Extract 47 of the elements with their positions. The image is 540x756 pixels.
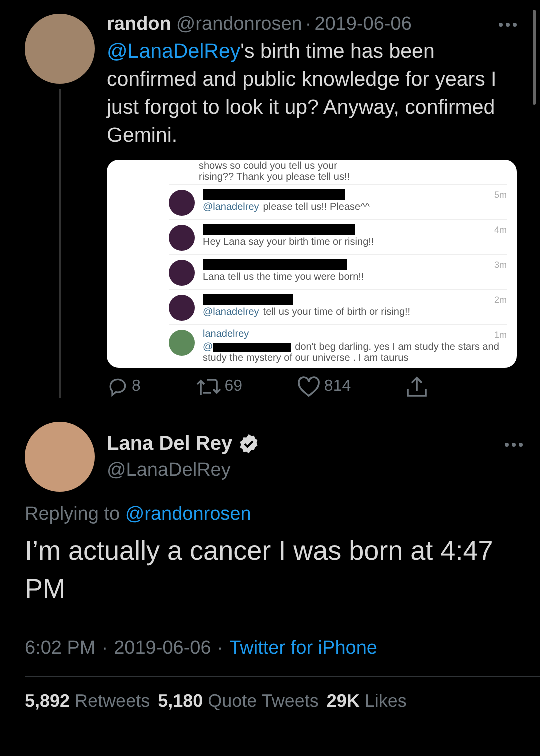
comment-time: 3m xyxy=(494,260,507,270)
source-link[interactable]: Twitter for iPhone xyxy=(230,638,378,660)
user-name[interactable]: randon xyxy=(107,14,172,36)
user-handle[interactable]: @randonrosen xyxy=(176,14,302,36)
comment-text: Lana tell us the time you were born!! xyxy=(203,272,366,283)
separator-dot: · xyxy=(102,638,108,660)
stat-link[interactable]: 5,180 Quote Tweets xyxy=(158,691,319,712)
avatar xyxy=(169,295,195,321)
comment-text: @lanadelrey tell us your time of birth or rising!! xyxy=(203,307,412,318)
comment-text: @ don't beg darling. yes I am study the stars and study the mystery of our universe . I am taurus xyxy=(203,342,500,364)
avatar xyxy=(169,190,195,216)
more-icon[interactable] xyxy=(504,442,524,448)
tweet-time: 6:02 PM xyxy=(25,638,96,660)
replying-to-text: Replying to @randonrosen xyxy=(25,504,252,526)
user-name[interactable]: Lana Del Rey xyxy=(107,432,233,456)
more-icon[interactable] xyxy=(498,22,518,28)
comment-time: 5m xyxy=(494,190,507,200)
action-count: 69 xyxy=(224,378,243,396)
comment-time: 4m xyxy=(494,224,507,234)
scrollbar[interactable] xyxy=(533,10,536,105)
mention-link[interactable]: @randonrosen xyxy=(125,504,252,525)
tweet-text: @LanaDelRey's birth time has been confirmed and public knowledge for years I just forgot to look it up? Anyway, confirmed Gemini. xyxy=(107,39,498,149)
comment-text: shows so could you tell us your xyxy=(198,161,338,172)
comment-username: lanadelrey xyxy=(203,329,250,340)
comment-time: 2m xyxy=(494,294,507,304)
share-icon[interactable] xyxy=(406,376,428,398)
comment-text: rising?? Thank you please tell us!! xyxy=(198,172,352,183)
tweet-date: 2019-06-06 xyxy=(114,638,212,660)
mention-link[interactable]: @LanaDelRey xyxy=(107,40,241,63)
reply-icon[interactable] xyxy=(107,376,129,398)
stat-link[interactable]: 5,892 Retweets xyxy=(25,691,150,712)
tweet-date: 2019-06-06 xyxy=(314,14,412,36)
separator-dot: · xyxy=(305,14,312,36)
action-count: 8 xyxy=(132,378,141,396)
action-count: 814 xyxy=(324,378,352,396)
avatar xyxy=(169,225,195,251)
separator-dot: · xyxy=(217,638,224,660)
avatar xyxy=(169,330,195,356)
heart-icon[interactable] xyxy=(297,376,322,398)
comment-text: @lanadelrey please tell us!! Please^^ xyxy=(203,202,371,213)
user-handle[interactable]: @LanaDelRey xyxy=(107,460,260,482)
tweet-text: I’m actually a cancer I was born at 4:47 PM xyxy=(25,535,494,606)
stat-link[interactable]: 29K Likes xyxy=(326,691,407,712)
comment-time: 1m xyxy=(494,330,507,340)
retweet-icon[interactable] xyxy=(196,376,222,398)
avatar xyxy=(169,260,195,286)
comment-text: Hey Lana say your birth time or rising!! xyxy=(203,237,376,248)
